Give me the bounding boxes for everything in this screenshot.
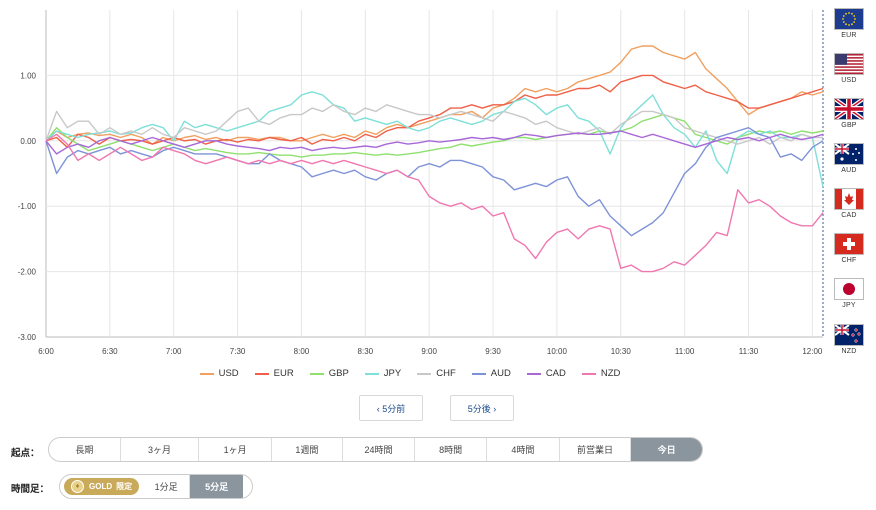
x-tick-label: 11:30: [739, 347, 759, 356]
prev-5min-button[interactable]: ‹ 5分前: [359, 395, 423, 421]
legend-label: CHF: [436, 368, 456, 379]
start-point-label: 起点：: [11, 448, 40, 459]
flag-button-eur[interactable]: EUR: [834, 8, 864, 39]
legend-item-aud[interactable]: AUD: [471, 368, 511, 379]
legend-label: NZD: [600, 368, 621, 379]
flag-button-jpy[interactable]: JPY: [834, 278, 864, 309]
x-tick-label: 9:30: [485, 347, 501, 356]
legend-item-jpy[interactable]: JPY: [364, 368, 402, 379]
start-point-option[interactable]: 長期: [49, 438, 121, 461]
legend-swatch: [581, 372, 596, 375]
start-point-selector: 長期 3ヶ月 1ヶ月 1週間 24時間 8時間 4時間 前営業日 今日: [48, 437, 703, 462]
y-tick-label: -3.00: [18, 333, 37, 342]
legend-item-nzd[interactable]: NZD: [581, 368, 621, 379]
legend-swatch: [364, 372, 379, 375]
x-tick-label: 8:30: [358, 347, 374, 356]
flag-button-cad[interactable]: CAD: [834, 188, 864, 219]
start-point-option[interactable]: 前営業日: [560, 438, 632, 461]
legend-item-gbp[interactable]: GBP: [309, 368, 349, 379]
next-5min-button[interactable]: 5分後 ›: [450, 395, 514, 421]
start-point-option[interactable]: 24時間: [343, 438, 416, 461]
timeframe-option[interactable]: 1分足: [143, 475, 191, 498]
uk-flag-icon: [834, 98, 864, 120]
nz-flag-icon: [834, 324, 864, 346]
flag-code-label: EUR: [841, 32, 857, 39]
legend-swatch: [526, 372, 541, 375]
x-tick-label: 12:00: [802, 347, 823, 356]
legend-swatch: [309, 372, 324, 375]
flag-code-label: AUD: [841, 167, 857, 174]
gold-label: GOLD: [89, 482, 113, 491]
line-chart: 1.00 0.00 -1.00 -2.00 -3.006:00 6:30 7:00 7:30 8…: [18, 10, 824, 356]
flag-code-label: USD: [841, 77, 857, 84]
x-tick-label: 6:00: [38, 347, 54, 356]
flag-button-usd[interactable]: USD: [834, 53, 864, 84]
x-tick-label: 10:30: [611, 347, 632, 356]
x-tick-label: 10:00: [547, 347, 568, 356]
x-tick-label: 11:00: [675, 347, 695, 356]
legend-item-cad[interactable]: CAD: [526, 368, 566, 379]
flag-code-label: CHF: [841, 257, 857, 264]
flag-code-label: CAD: [841, 212, 857, 219]
legend-label: GBP: [328, 368, 349, 379]
eu-flag-icon: [834, 8, 864, 30]
series-line-eur: [45, 74, 824, 149]
series-line-jpy: [45, 91, 824, 187]
timeframe-option[interactable]: 5分足: [190, 475, 244, 498]
legend-label: EUR: [273, 368, 294, 379]
flag-button-nzd[interactable]: NZD: [834, 324, 864, 355]
legend-item-eur[interactable]: EUR: [254, 368, 294, 379]
y-tick-label: -1.00: [18, 202, 37, 211]
start-point-option[interactable]: 今日: [631, 438, 702, 461]
start-point-option[interactable]: 1ヶ月: [199, 438, 272, 461]
start-point-option[interactable]: 1週間: [272, 438, 343, 461]
start-point-option[interactable]: 8時間: [415, 438, 487, 461]
flag-code-label: JPY: [842, 302, 856, 309]
legend-label: JPY: [383, 368, 402, 379]
legend-swatch: [417, 372, 432, 375]
timeframe-selector: ♦ GOLD 限定 1分足 5分足: [59, 474, 253, 499]
legend-label: CAD: [545, 368, 566, 379]
legend-item-usd[interactable]: USD: [199, 368, 239, 379]
legend-swatch: [471, 372, 486, 375]
ch-flag-icon: [834, 233, 864, 255]
start-point-option[interactable]: 3ヶ月: [121, 438, 200, 461]
start-point-option[interactable]: 4時間: [487, 438, 560, 461]
legend-label: AUD: [490, 368, 511, 379]
gold-limited-badge[interactable]: ♦ GOLD 限定: [64, 478, 140, 495]
series-line-nzd: [45, 133, 824, 273]
y-tick-label: 0.00: [20, 137, 36, 146]
flag-button-aud[interactable]: AUD: [834, 143, 864, 174]
jp-flag-icon: [834, 278, 864, 300]
chart-legend: USD EUR GBP JPY CHF AUD CAD NZD: [0, 368, 820, 379]
flag-code-label: GBP: [841, 122, 857, 129]
y-tick-label: 1.00: [20, 71, 36, 80]
gold-coin-icon: ♦: [71, 480, 84, 493]
y-tick-label: -2.00: [18, 268, 37, 277]
au-flag-icon: [834, 143, 864, 165]
legend-label: USD: [218, 368, 239, 379]
x-tick-label: 7:00: [166, 347, 182, 356]
flag-code-label: NZD: [841, 348, 857, 355]
x-tick-label: 8:00: [294, 347, 310, 356]
x-tick-label: 7:30: [230, 347, 246, 356]
timeframe-label: 時間足：: [11, 484, 50, 495]
us-flag-icon: [834, 53, 864, 75]
flag-button-gbp[interactable]: GBP: [834, 98, 864, 129]
legend-swatch: [199, 372, 214, 375]
gold-badge-label: 限定: [116, 482, 133, 491]
x-tick-label: 9:00: [421, 347, 437, 356]
legend-item-chf[interactable]: CHF: [417, 368, 456, 379]
ca-flag-icon: [834, 188, 864, 210]
x-tick-label: 6:30: [102, 347, 118, 356]
legend-swatch: [254, 372, 269, 375]
series-line-usd: [45, 45, 824, 145]
flag-button-chf[interactable]: CHF: [834, 233, 864, 264]
